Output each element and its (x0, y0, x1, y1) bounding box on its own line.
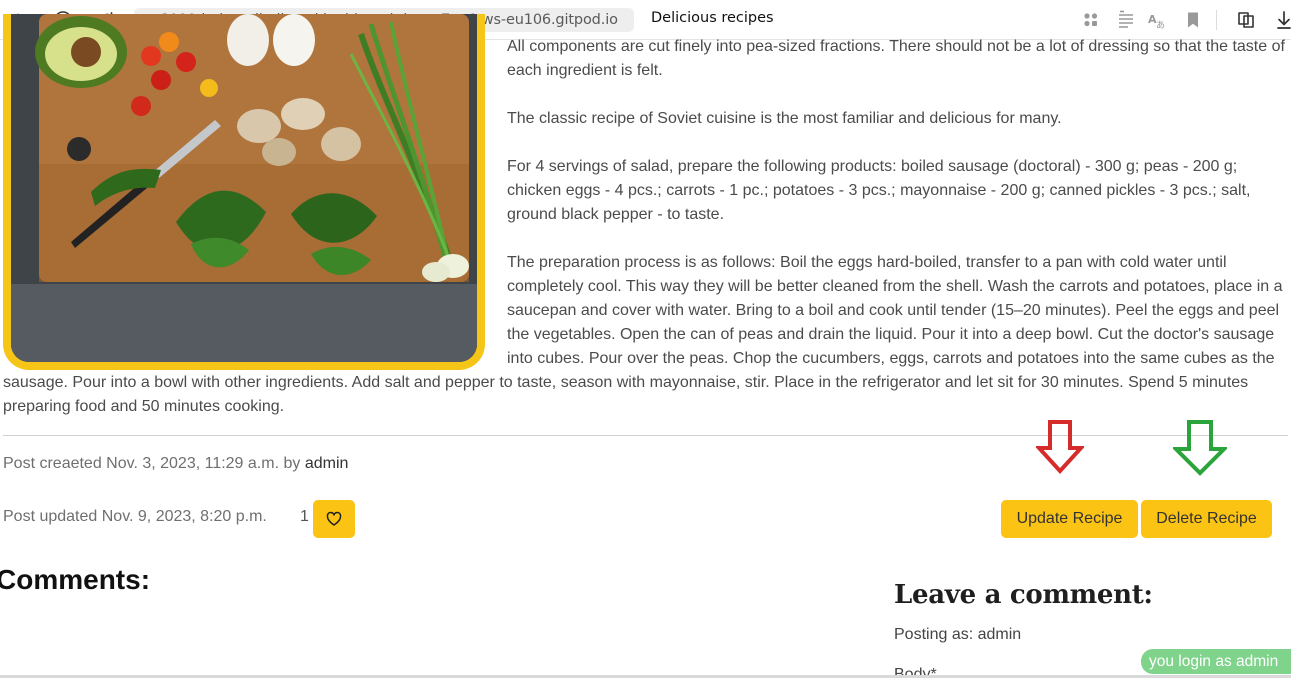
comments-heading: Comments: (0, 564, 151, 595)
delete-recipe-button[interactable]: Delete Recipe (1141, 500, 1272, 538)
content-divider (3, 435, 1288, 436)
heart-icon (326, 511, 342, 526)
like-button[interactable] (313, 500, 355, 538)
toolbar-separator (1216, 10, 1217, 30)
translate-icon[interactable]: Aあ (1147, 10, 1167, 31)
download-icon[interactable] (1274, 10, 1291, 30)
created-text: Post creaeted Nov. 3, 2023, 11:29 a.m. b… (3, 455, 305, 472)
collections-icon[interactable] (1236, 10, 1256, 30)
post-author: admin (304, 455, 349, 472)
update-arrow-annotation (1036, 420, 1084, 474)
leave-comment-heading: Leave a comment: (894, 580, 1153, 610)
post-created-meta: Post creaeted Nov. 3, 2023, 11:29 a.m. b… (3, 455, 348, 473)
tab-title: Delicious recipes (651, 10, 774, 26)
post-updated-meta: Post updated Nov. 9, 2023, 8:20 p.m. (3, 508, 267, 525)
posting-as-label: Posting as: admin (894, 626, 1022, 643)
like-count: 1 (300, 508, 309, 525)
update-recipe-button[interactable]: Update Recipe (1001, 500, 1138, 538)
login-status-toast: you login as admin (1141, 649, 1291, 674)
bookmark-icon[interactable] (1183, 10, 1203, 30)
recipe-body: All components are cut finely into pea-s… (3, 35, 1288, 419)
svg-text:あ: あ (1156, 20, 1165, 30)
delete-arrow-annotation (1173, 420, 1227, 476)
extensions-icon[interactable] (1081, 10, 1101, 30)
reader-mode-icon[interactable] (1116, 10, 1136, 30)
